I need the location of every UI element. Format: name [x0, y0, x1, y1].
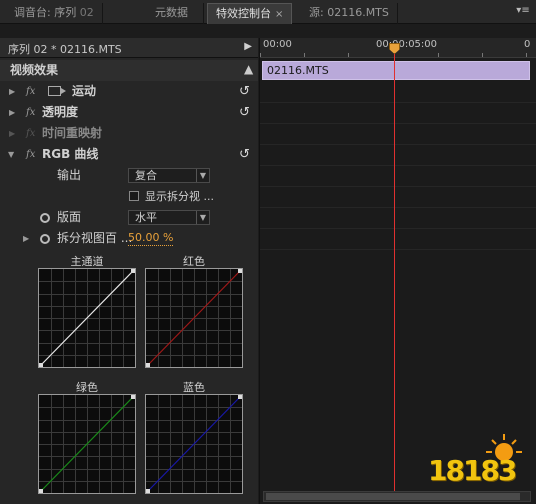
- panel-tab-bar: 调音台: 序列 02 元数据 特效控制台 × 源: 02116.MTS ▾≡: [0, 0, 536, 24]
- collapse-triangle-icon[interactable]: ▼: [8, 144, 14, 165]
- track-divider: [260, 144, 536, 145]
- watermark-logo: 18183: [428, 432, 528, 496]
- layout-value: 水平: [135, 211, 157, 224]
- tab-audio-mixer[interactable]: 调音台: 序列 02: [6, 3, 103, 24]
- track-divider: [260, 186, 536, 187]
- curve-control-point[interactable]: [146, 363, 150, 367]
- output-label: 输出: [57, 168, 82, 182]
- curve-control-point[interactable]: [238, 269, 242, 273]
- output-value: 复合: [135, 169, 157, 182]
- playhead-line[interactable]: [394, 52, 395, 492]
- blue-curve-graph[interactable]: [145, 394, 243, 494]
- split-percent-row: ▶ 拆分视图百 ... 50.00 %: [0, 228, 258, 249]
- tab-metadata-label: 元数据: [155, 6, 188, 19]
- effect-row-motion[interactable]: ▶ fx 运动 ↺: [0, 81, 258, 102]
- effect-row-rgb-curves[interactable]: ▼ fx RGB 曲线 ↺: [0, 144, 258, 165]
- effect-row-opacity[interactable]: ▶ fx 透明度 ↺: [0, 102, 258, 123]
- track-divider: [260, 165, 536, 166]
- tab-effect-controls-label: 特效控制台: [216, 7, 271, 20]
- track-divider: [260, 249, 536, 250]
- track-divider: [260, 102, 536, 103]
- split-percent-label: 拆分视图百 ...: [57, 231, 133, 245]
- red-curve-graph[interactable]: [145, 268, 243, 368]
- tab-source[interactable]: 源: 02116.MTS: [301, 3, 398, 24]
- expand-triangle-icon[interactable]: ▶: [9, 123, 15, 144]
- output-row: 输出 复合 ▼: [0, 165, 258, 186]
- effect-name: 时间重映射: [42, 126, 103, 140]
- fx-toggle-icon[interactable]: fx: [26, 102, 35, 123]
- layout-select[interactable]: 水平 ▼: [128, 210, 210, 225]
- watermark-text: 18183: [428, 454, 517, 487]
- split-view-label: 显示拆分视 ...: [145, 190, 214, 203]
- curve-control-point[interactable]: [39, 363, 43, 367]
- track-divider: [260, 228, 536, 229]
- expand-triangle-icon[interactable]: ▶: [9, 102, 15, 123]
- fx-toggle-icon[interactable]: fx: [26, 81, 35, 102]
- clip-bar[interactable]: 02116.MTS: [262, 61, 530, 80]
- tab-source-label: 源: 02116.MTS: [309, 6, 389, 19]
- time-start: 00:00: [263, 39, 292, 50]
- green-curve-title: 绿色: [76, 381, 98, 394]
- motion-transform-icon[interactable]: [48, 86, 66, 96]
- sequence-clip-header: 序列 02 * 02116.MTS ▶: [0, 38, 258, 58]
- ruler-tick: [526, 53, 527, 57]
- reset-icon[interactable]: ↺: [239, 81, 250, 102]
- curve-control-point[interactable]: [146, 489, 150, 493]
- master-curve-title: 主通道: [70, 255, 104, 268]
- tab-audio-mixer-suffix: 02: [79, 6, 94, 19]
- panel-menu-icon[interactable]: ▾≡: [516, 5, 530, 17]
- curve-control-point[interactable]: [39, 489, 43, 493]
- curve-control-point[interactable]: [131, 395, 135, 399]
- fx-toggle-icon[interactable]: fx: [26, 144, 35, 165]
- fx-toggle-icon: fx: [26, 128, 36, 139]
- reset-icon[interactable]: ↺: [239, 102, 250, 123]
- time-mid: 00:00:05:00: [376, 39, 438, 50]
- collapse-icon[interactable]: ▲: [244, 59, 253, 80]
- sequence-clip-label: 序列 02 * 02116.MTS: [8, 43, 122, 56]
- split-view-row: 显示拆分视 ...: [0, 186, 258, 207]
- tab-audio-mixer-label: 调音台: 序列: [14, 6, 77, 19]
- master-curve-graph[interactable]: [38, 268, 136, 368]
- green-curve-graph[interactable]: [38, 394, 136, 494]
- ruler-tick: [260, 53, 261, 57]
- layout-label: 版面: [57, 210, 82, 224]
- ruler-tick: [438, 53, 439, 57]
- expand-triangle-icon[interactable]: ▶: [23, 228, 29, 249]
- track-divider: [260, 123, 536, 124]
- effect-name: RGB 曲线: [42, 147, 99, 161]
- split-percent-value[interactable]: 50.00 %: [128, 231, 174, 246]
- track-divider: [260, 207, 536, 208]
- ruler-tick: [304, 53, 305, 57]
- curve-control-point[interactable]: [238, 395, 242, 399]
- expand-triangle-icon[interactable]: ▶: [9, 81, 15, 102]
- output-select[interactable]: 复合 ▼: [128, 168, 210, 183]
- time-end: 0: [524, 39, 531, 50]
- blue-curve-title: 蓝色: [183, 381, 205, 394]
- ruler-tick: [348, 53, 349, 57]
- stopwatch-icon[interactable]: [40, 234, 50, 244]
- effect-name: 运动: [72, 84, 97, 98]
- effect-controls-panel: 序列 02 * 02116.MTS ▶ 视频效果 ▲ ▶ fx 运动 ↺ ▶ f…: [0, 38, 258, 504]
- ruler-tick: [482, 53, 483, 57]
- video-effects-section: 视频效果 ▲: [0, 60, 258, 81]
- effect-name: 透明度: [42, 105, 79, 119]
- stopwatch-icon[interactable]: [40, 213, 50, 223]
- reset-icon[interactable]: ↺: [239, 144, 250, 165]
- layout-row: 版面 水平 ▼: [0, 207, 258, 228]
- close-icon[interactable]: ×: [275, 9, 283, 20]
- split-view-checkbox[interactable]: [129, 191, 139, 201]
- section-title: 视频效果: [10, 63, 59, 77]
- tab-metadata[interactable]: 元数据: [140, 3, 204, 24]
- red-curve-title: 红色: [183, 255, 205, 268]
- dropdown-arrow-icon: ▼: [195, 211, 206, 224]
- curve-control-point[interactable]: [131, 269, 135, 273]
- effect-row-time-remap[interactable]: ▶ fx 时间重映射: [0, 123, 258, 144]
- tab-effect-controls[interactable]: 特效控制台 ×: [207, 3, 293, 24]
- play-icon[interactable]: ▶: [244, 41, 252, 52]
- dropdown-arrow-icon: ▼: [195, 169, 206, 182]
